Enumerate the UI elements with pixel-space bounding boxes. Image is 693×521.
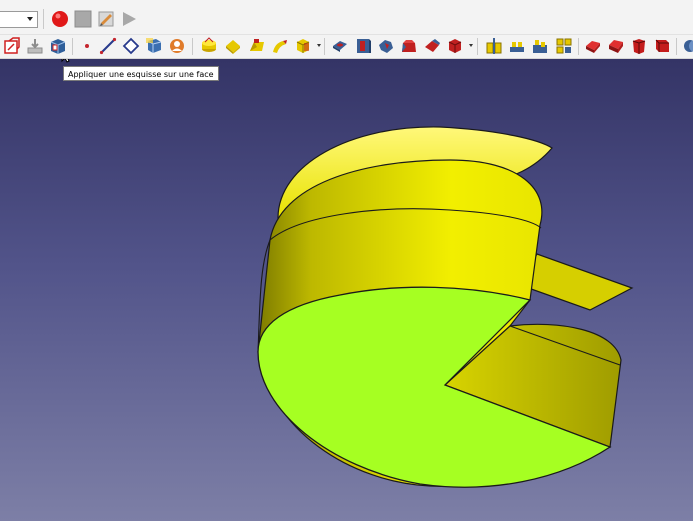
clone-icon (170, 39, 184, 53)
pocket-button[interactable] (331, 37, 349, 55)
datum-plane-icon (122, 37, 140, 55)
groove-button[interactable] (377, 37, 395, 55)
toolbar-separator (43, 9, 44, 29)
fillet-button[interactable] (584, 37, 602, 55)
draft-icon (632, 39, 646, 54)
pad-button[interactable] (200, 37, 218, 55)
macro-toolbar (0, 0, 693, 35)
tooltip: Appliquer une esquisse sur une face (63, 66, 219, 81)
toolbar-separator (578, 38, 579, 55)
create-sketch-button[interactable] (3, 37, 21, 55)
toolbar-separator (324, 38, 325, 55)
pocket-icon (333, 41, 347, 52)
create-sketch-icon (4, 37, 20, 54)
chevron-down-icon[interactable] (469, 44, 473, 47)
fillet-icon (586, 41, 600, 53)
edit-macro-icon (98, 11, 114, 27)
subtractive-pipe-icon (425, 39, 440, 52)
mouse-cursor-icon (61, 59, 70, 63)
toolbar-separator (477, 38, 478, 55)
validate-sketch-button[interactable] (26, 37, 44, 55)
shape-binder-button[interactable] (145, 37, 163, 55)
revolution-icon (226, 40, 240, 54)
groove-icon (379, 40, 393, 53)
map-sketch-to-face-button[interactable] (49, 37, 67, 55)
subtractive-loft-button[interactable] (400, 37, 418, 55)
pad-icon (202, 37, 216, 52)
toolbar-separator (192, 38, 193, 55)
workbench-selector[interactable] (0, 11, 38, 28)
chevron-down-icon[interactable] (317, 44, 321, 47)
boolean-button[interactable] (681, 37, 693, 55)
toolbar-separator (72, 38, 73, 55)
datum-line-button[interactable] (99, 37, 117, 55)
additive-primitive-button[interactable] (294, 37, 312, 55)
toolbar-separator (676, 38, 677, 55)
map-sketch-to-face-icon (50, 39, 66, 54)
validate-sketch-icon (27, 39, 43, 54)
chamfer-icon (609, 40, 623, 53)
execute-macro-button[interactable] (120, 10, 138, 28)
thickness-button[interactable] (653, 37, 671, 55)
additive-pipe-icon (273, 40, 287, 53)
revolution-button[interactable] (224, 37, 242, 55)
3d-viewport[interactable] (0, 59, 693, 521)
subtractive-loft-icon (402, 40, 416, 52)
record-macro-icon (52, 11, 68, 27)
stop-macro-icon (74, 10, 92, 28)
chamfer-button[interactable] (607, 37, 625, 55)
hole-icon (357, 39, 371, 53)
side-flange-face[interactable] (519, 253, 634, 311)
additive-primitive-icon (296, 39, 310, 53)
additive-pipe-button[interactable] (271, 37, 289, 55)
edit-macro-button[interactable] (97, 10, 115, 28)
mirrored-icon (486, 38, 502, 54)
linear-pattern-button[interactable] (508, 37, 526, 55)
draft-button[interactable] (630, 37, 648, 55)
multi-transform-button[interactable] (555, 37, 573, 55)
datum-plane-button[interactable] (122, 37, 140, 55)
stop-macro-button[interactable] (74, 10, 92, 28)
subtractive-primitive-icon (448, 39, 462, 53)
additive-loft-button[interactable] (248, 37, 266, 55)
mirrored-button[interactable] (485, 37, 503, 55)
datum-point-button[interactable] (78, 37, 96, 55)
chevron-down-icon[interactable] (27, 17, 33, 21)
partdesign-toolbar (0, 35, 693, 59)
thickness-icon (655, 39, 669, 52)
polar-pattern-button[interactable] (531, 37, 549, 55)
record-macro-button[interactable] (51, 10, 69, 28)
linear-pattern-icon (510, 42, 524, 52)
polar-pattern-icon (533, 40, 547, 53)
additive-loft-icon (250, 39, 264, 51)
subtractive-pipe-button[interactable] (423, 37, 441, 55)
3d-model[interactable] (0, 59, 693, 521)
clone-button[interactable] (168, 37, 186, 55)
boolean-icon (684, 40, 693, 52)
datum-point-icon (85, 44, 89, 48)
hole-button[interactable] (354, 37, 372, 55)
datum-line-icon (99, 37, 117, 55)
multi-transform-icon (556, 38, 572, 54)
subtractive-primitive-button[interactable] (446, 37, 464, 55)
shape-binder-icon (146, 38, 162, 53)
execute-macro-icon (123, 12, 136, 26)
